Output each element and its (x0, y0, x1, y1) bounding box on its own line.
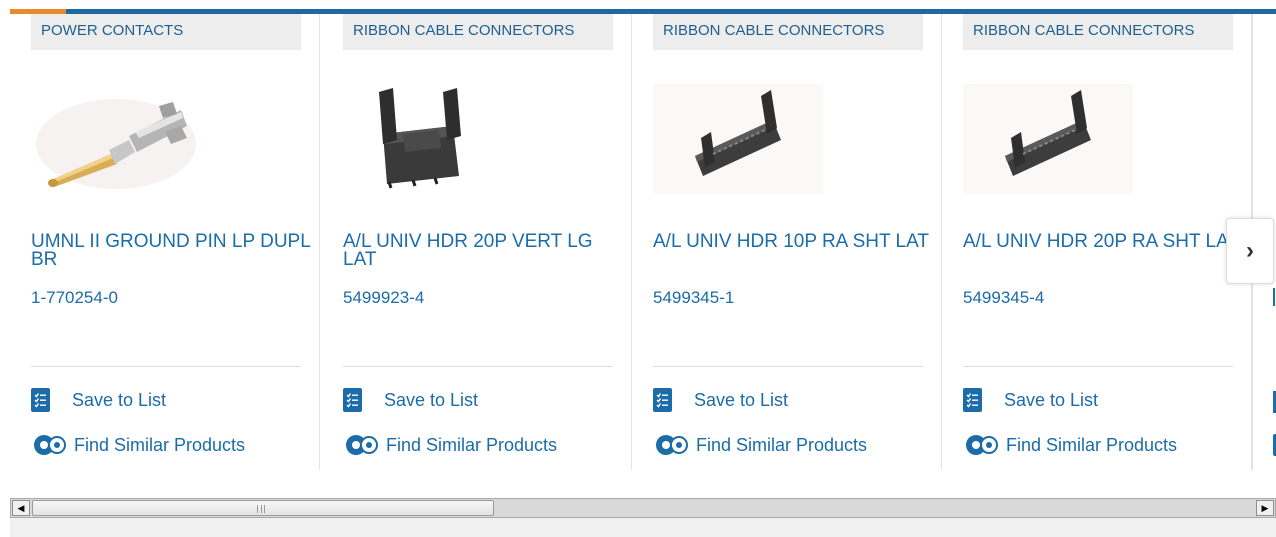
product-category[interactable]: RIBBON CABLE CONNECTORS (963, 14, 1233, 50)
save-to-list-button[interactable]: Save to List (343, 388, 478, 412)
part-number[interactable]: 5499923-4 (343, 288, 424, 308)
product-category[interactable]: RIBBON CABLE CONNECTORS (343, 14, 613, 50)
left-gutter (0, 0, 10, 537)
carousel-next-button[interactable]: › (1226, 218, 1274, 284)
save-to-list-label: Save to List (694, 389, 789, 410)
product-category[interactable]: POWER CONTACTS (31, 14, 301, 50)
product-card: RIBBON CABLE CONNECTORS A/L UNIV HDR 20P… (322, 14, 632, 470)
vertical-header-connector-icon (379, 88, 461, 189)
list-check-icon (343, 388, 362, 412)
find-similar-label: Find Similar Products (696, 434, 868, 455)
gears-icon (653, 433, 689, 457)
product-category[interactable]: RIBBON CABLE CONNECTORS (653, 14, 923, 50)
find-similar-label: Find Similar Products (74, 434, 246, 455)
save-to-list-button[interactable]: Save to List (963, 388, 1098, 412)
part-number[interactable]: 1-770254-0 (31, 288, 118, 308)
product-carousel: POWER CONTACTS UMNL II GROUND PIN LP DUP… (10, 14, 1276, 484)
bottom-area (10, 518, 1276, 537)
product-title[interactable]: A/L UNIV HDR 20P VERT LG LAT (343, 232, 623, 269)
find-similar-products-button[interactable]: Find Similar Products (343, 432, 557, 458)
divider (963, 366, 1233, 367)
save-to-list-button[interactable]: Save to List (653, 388, 788, 412)
save-to-list-button[interactable]: Save to List (31, 388, 166, 412)
list-check-icon (963, 388, 982, 412)
product-title[interactable]: A/L UNIV HDR 20P RA SHT LAT (963, 232, 1243, 251)
part-number[interactable]: 5499345-4 (963, 288, 1044, 308)
find-similar-label: Find Similar Products (386, 434, 558, 455)
divider (343, 366, 613, 367)
product-image[interactable] (31, 84, 201, 194)
scroll-right-arrow-icon[interactable]: ▶ (1256, 500, 1274, 516)
product-title[interactable]: UMNL II GROUND PIN LP DUPL BR (31, 232, 311, 269)
scrollbar-thumb[interactable] (32, 500, 494, 516)
divider (31, 366, 301, 367)
list-check-icon (653, 388, 672, 412)
product-card: RIBBON CABLE CONNECTORS A/L UNIV HDR 10P… (632, 14, 942, 470)
product-title[interactable]: A/L UNIV HDR 10P RA SHT LAT (653, 232, 933, 251)
partial-text-edge (1273, 288, 1275, 306)
right-angle-header-connector-icon (963, 84, 1133, 194)
find-similar-products-button[interactable]: Find Similar Products (963, 432, 1177, 458)
product-image[interactable] (343, 84, 513, 194)
save-to-list-label: Save to List (1004, 389, 1099, 410)
ground-pin-contact-icon (36, 99, 196, 189)
find-similar-products-button[interactable]: Find Similar Products (31, 432, 245, 458)
gears-icon (343, 433, 379, 457)
product-card: POWER CONTACTS UMNL II GROUND PIN LP DUP… (10, 14, 320, 470)
find-similar-label: Find Similar Products (1006, 434, 1178, 455)
gears-icon (31, 433, 67, 457)
gears-icon (963, 433, 999, 457)
part-number[interactable]: 5499345-1 (653, 288, 734, 308)
save-to-list-label: Save to List (72, 389, 167, 410)
scrollbar-grip (257, 505, 265, 513)
find-similar-products-button[interactable]: Find Similar Products (653, 432, 867, 458)
chevron-right-icon: › (1246, 237, 1254, 264)
right-angle-header-connector-icon (653, 84, 823, 194)
horizontal-scrollbar[interactable]: ◀ ▶ (10, 498, 1276, 518)
product-image[interactable] (653, 84, 823, 194)
scroll-left-arrow-icon[interactable]: ◀ (12, 500, 30, 516)
save-to-list-label: Save to List (384, 389, 479, 410)
divider (653, 366, 923, 367)
product-image[interactable] (963, 84, 1133, 194)
list-check-icon (31, 388, 50, 412)
product-card: RIBBON CABLE CONNECTORS A/L UNIV HDR 20P… (942, 14, 1252, 470)
